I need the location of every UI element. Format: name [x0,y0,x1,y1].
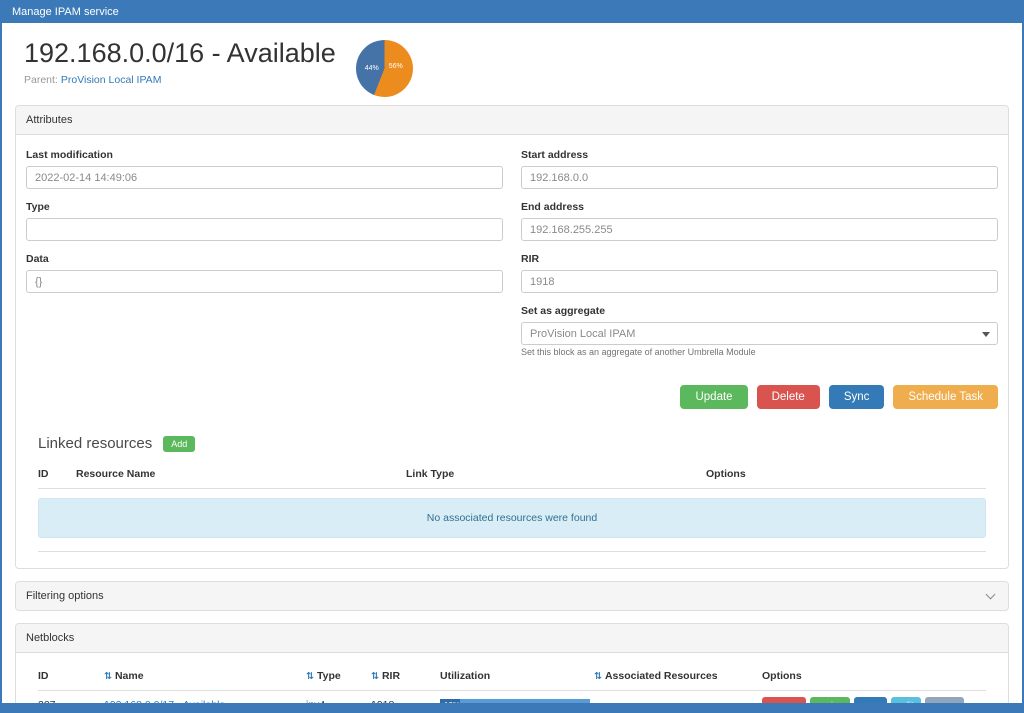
column-header-id: ID [38,468,76,480]
netblocks-table-header: ID ⇅ Name ⇅ Type ⇅ [38,667,986,691]
app-footer [2,703,1022,711]
attributes-right-column: Start address End address RIR [521,149,998,369]
main-area: 192.168.0.0/16 - Available Parent:ProVis… [2,23,1022,703]
empty-resources-alert: No associated resources were found [38,498,986,538]
column-header-rir[interactable]: ⇅ RIR [371,670,440,682]
sync-button[interactable]: Sync [829,385,885,409]
attributes-panel-body: Last modification Type Data [16,135,1008,568]
sort-icon[interactable]: ⇅ [594,671,602,682]
start-address-input[interactable] [521,166,998,189]
breadcrumb: Parent:ProVision Local IPAM [24,74,336,86]
last-modification-input[interactable] [26,166,503,189]
field-type: Type [26,201,503,241]
netblocks-panel: Netblocks ID ⇅ Name ⇅ [15,623,1009,703]
linked-resources-table: ID Resource Name Link Type Options No as… [38,468,986,552]
delete-button[interactable]: Delete [757,385,820,409]
sort-icon[interactable]: ⇅ [306,671,314,682]
column-header-type[interactable]: ⇅ Type [306,670,371,682]
field-start-address: Start address [521,149,998,189]
field-label: End address [521,201,998,213]
attributes-left-column: Last modification Type Data [26,149,503,305]
type-input[interactable] [26,218,503,241]
linked-resources-header: Linked resources Add [38,435,998,452]
attributes-actions: Update Delete Sync Schedule Task [26,385,998,409]
sort-icon[interactable]: ⇅ [104,671,112,682]
update-button[interactable]: Update [680,385,747,409]
parent-label: Parent: [24,74,58,86]
pie-slice-label: 56% [389,63,403,70]
netblocks-table: ID ⇅ Name ⇅ Type ⇅ [38,667,986,703]
field-set-as-aggregate: Set as aggregate ProVision Local IPAM Se… [521,305,998,357]
linked-resources-table-header: ID Resource Name Link Type Options [38,468,986,489]
field-data: Data [26,253,503,293]
app-title: Manage IPAM service [12,6,119,18]
field-label: Start address [521,149,998,161]
attributes-panel: Attributes Last modification Type [15,105,1009,569]
field-label: Last modification [26,149,503,161]
column-header-link-type: Link Type [406,468,706,480]
field-label: Set as aggregate [521,305,998,317]
rir-input[interactable] [521,270,998,293]
parent-link[interactable]: ProVision Local IPAM [61,74,162,86]
page-title: 192.168.0.0/16 - Available [24,38,336,69]
field-label: RIR [521,253,998,265]
field-rir: RIR [521,253,998,293]
page-frame: Manage IPAM service 192.168.0.0/16 - Ava… [0,0,1024,713]
filtering-options-title: Filtering options [26,590,104,602]
column-header-options: Options [706,468,986,480]
field-last-modification: Last modification [26,149,503,189]
filtering-options-panel: Filtering options [15,581,1009,611]
pie-slice-label: 44% [365,65,379,72]
chevron-down-icon [986,590,996,600]
utilization-label: 13% [444,701,460,704]
table-row: 207 192.168.0.0/17 - Available ipv4 1918… [38,691,986,703]
filtering-options-toggle[interactable]: Filtering options [16,582,1008,610]
field-label: Data [26,253,503,265]
sort-icon[interactable]: ⇅ [371,671,379,682]
aggregate-select[interactable]: ProVision Local IPAM [521,322,998,345]
utilization-pie-chart: 56% 44% [356,40,413,97]
column-header-options: Options [762,670,986,682]
end-address-input[interactable] [521,218,998,241]
column-header-utilization: Utilization [440,670,594,682]
column-header-id: ID [38,670,104,682]
app-header: Manage IPAM service [2,2,1022,23]
schedule-task-button[interactable]: Schedule Task [893,385,998,409]
linked-resources-title: Linked resources [38,435,152,452]
add-linked-resource-button[interactable]: Add [163,436,195,452]
netblocks-panel-body: ID ⇅ Name ⇅ Type ⇅ [16,653,1008,703]
aggregate-help-text: Set this block as an aggregate of anothe… [521,347,998,357]
column-header-associated-resources[interactable]: ⇅ Associated Resources [594,670,762,682]
field-label: Type [26,201,503,213]
utilization-bar: 13% [440,699,590,704]
column-header-name[interactable]: ⇅ Name [104,670,306,682]
overview-section: 192.168.0.0/16 - Available Parent:ProVis… [2,23,1022,105]
overview-text: 192.168.0.0/16 - Available Parent:ProVis… [24,38,336,86]
data-input[interactable] [26,270,503,293]
column-header-resource-name: Resource Name [76,468,406,480]
netblocks-panel-title: Netblocks [16,624,1008,653]
attributes-panel-title: Attributes [16,106,1008,135]
field-end-address: End address [521,201,998,241]
